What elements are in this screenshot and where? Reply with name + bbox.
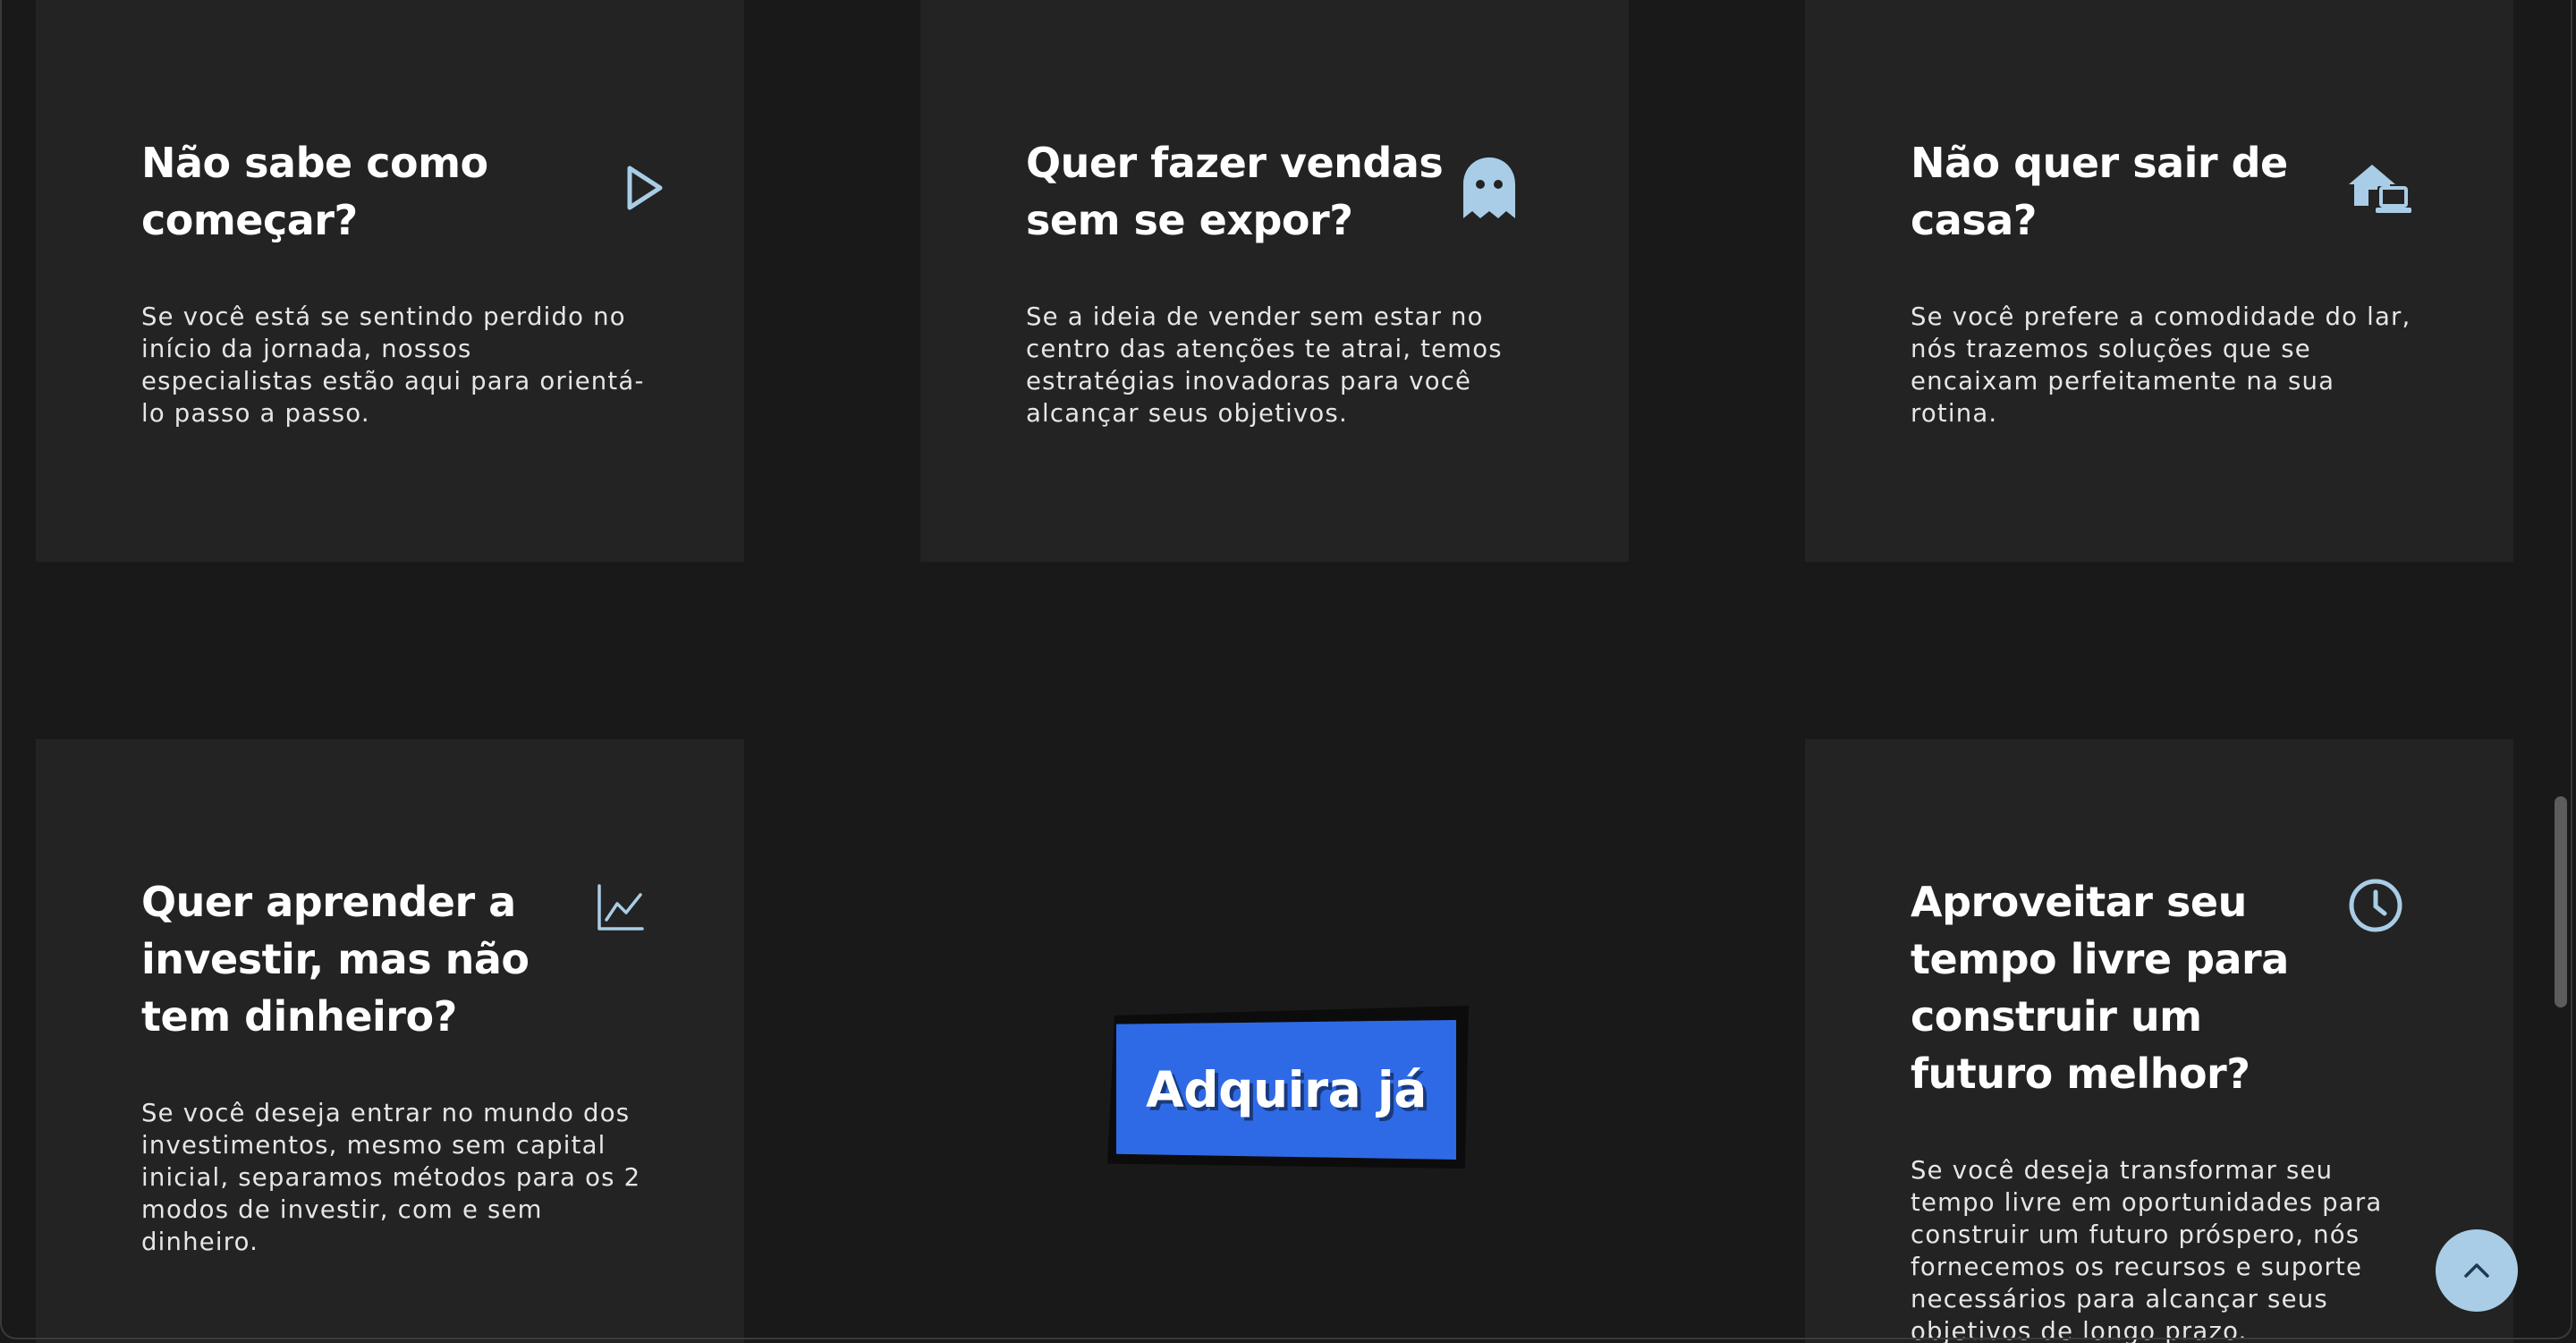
card-title: Não quer sair de casa? — [1911, 139, 2288, 244]
card-title: Aproveitar seu tempo livre para construi… — [1911, 878, 2289, 1098]
card-title: Quer aprender a investir, mas não tem di… — [141, 878, 530, 1041]
feature-card-invest: Quer aprender a investir, mas não tem di… — [36, 739, 744, 1343]
card-title: Quer fazer vendas sem se expor? — [1026, 139, 1444, 244]
buy-now-label: Adquira já — [1146, 1061, 1427, 1118]
ghost-icon — [1460, 154, 1519, 224]
back-to-top-button[interactable] — [2436, 1229, 2518, 1312]
card-text: Se a ideia de vender sem estar no centro… — [1026, 302, 1503, 428]
clock-icon — [2347, 877, 2404, 934]
feature-card-free-time: Aproveitar seu tempo livre para construi… — [1805, 739, 2513, 1343]
page-scrollbar[interactable] — [2549, 0, 2571, 1339]
feature-card-sales: Quer fazer vendas sem se expor? Se a ide… — [920, 0, 1629, 562]
scrollbar-thumb[interactable] — [2555, 796, 2567, 1007]
house-laptop-icon — [2345, 159, 2413, 217]
card-text: Se você está se sentindo perdido no iníc… — [141, 302, 645, 428]
feature-card-home: Não quer sair de casa? Se você prefere a… — [1805, 0, 2513, 562]
cta-container: Adquira já — [1107, 1006, 1469, 1169]
line-chart-icon — [596, 882, 646, 932]
feature-card-start: Não sabe como começar? Se você está se s… — [36, 0, 744, 562]
card-text: Se você deseja transformar seu tempo liv… — [1911, 1156, 2383, 1343]
chevron-up-icon — [2459, 1253, 2495, 1288]
play-icon — [614, 159, 671, 217]
card-text: Se você prefere a comodidade do lar, nós… — [1911, 302, 2411, 428]
card-title: Não sabe como começar? — [141, 139, 488, 244]
card-text: Se você deseja entrar no mundo dos inves… — [141, 1099, 641, 1256]
buy-now-button[interactable]: Adquira já — [1116, 1020, 1456, 1160]
